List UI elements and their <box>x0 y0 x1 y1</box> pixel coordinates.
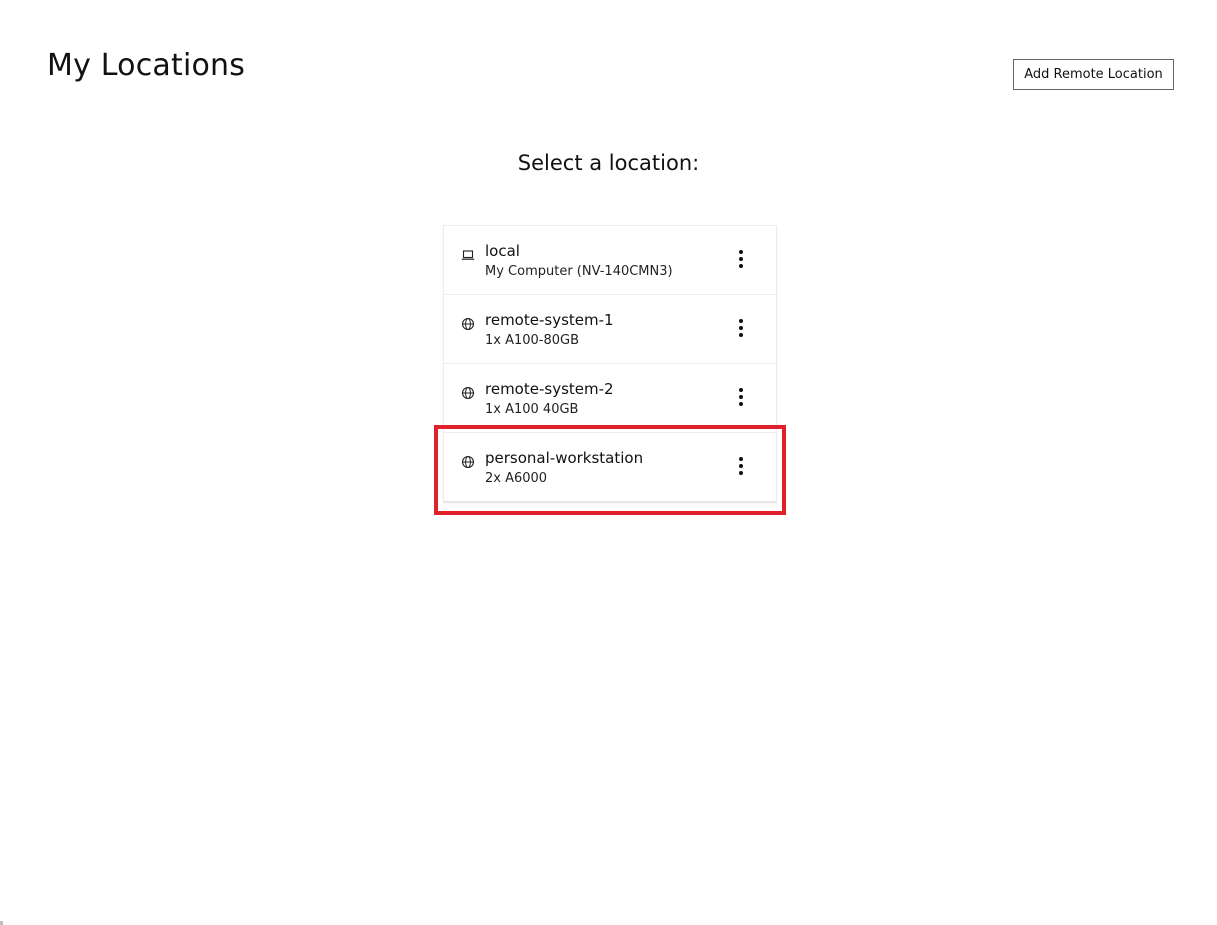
globe-icon <box>461 317 475 331</box>
location-name: remote-system-2 <box>485 380 614 398</box>
location-list: local My Computer (NV-140CMN3) remote-sy… <box>444 226 776 502</box>
section-heading: Select a location: <box>517 151 700 175</box>
location-card-local[interactable]: local My Computer (NV-140CMN3) <box>444 226 776 295</box>
location-description: 2x A6000 <box>485 471 548 486</box>
more-options-icon[interactable] <box>731 247 751 273</box>
location-name: personal-workstation <box>485 449 644 467</box>
globe-icon <box>461 386 475 400</box>
location-name: local <box>485 242 520 260</box>
globe-icon <box>461 455 475 469</box>
location-card-personal-workstation[interactable]: personal-workstation 2x A6000 <box>444 433 776 502</box>
corner-mark <box>0 921 3 925</box>
location-description: 1x A100-80GB <box>485 333 580 348</box>
more-options-icon[interactable] <box>731 454 751 480</box>
more-options-icon[interactable] <box>731 385 751 411</box>
page-title: My Locations <box>47 48 246 83</box>
more-options-icon[interactable] <box>731 316 751 342</box>
location-card-remote-system-1[interactable]: remote-system-1 1x A100-80GB <box>444 295 776 364</box>
add-remote-location-button[interactable]: Add Remote Location <box>1013 59 1174 90</box>
location-description: 1x A100 40GB <box>485 402 579 417</box>
location-card-remote-system-2[interactable]: remote-system-2 1x A100 40GB <box>444 364 776 433</box>
laptop-icon <box>461 250 475 260</box>
location-description: My Computer (NV-140CMN3) <box>485 264 673 279</box>
location-name: remote-system-1 <box>485 311 614 329</box>
